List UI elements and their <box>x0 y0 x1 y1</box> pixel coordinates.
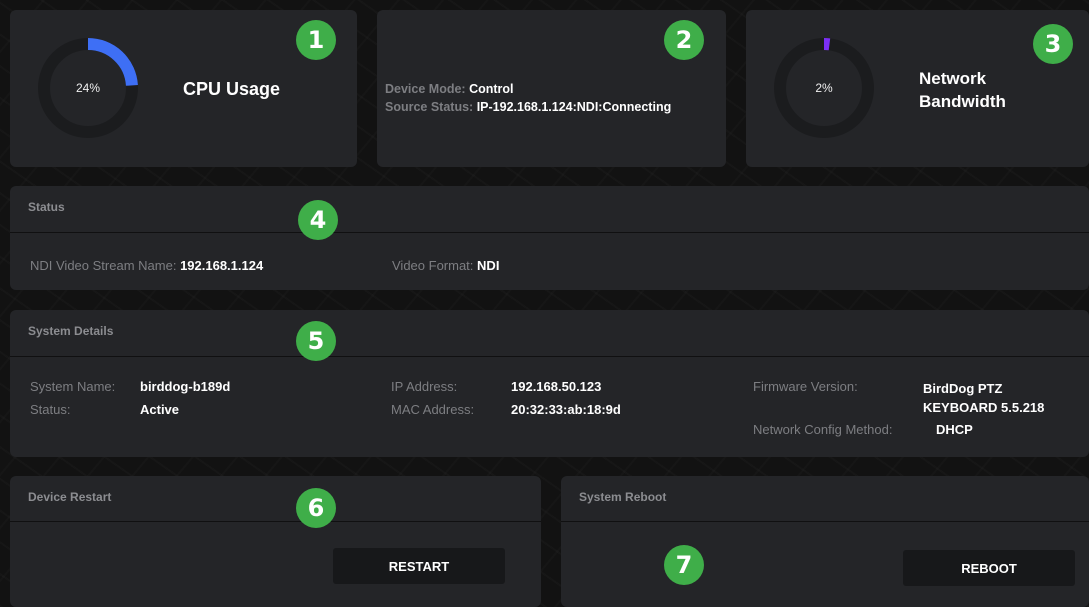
mac-address-label: MAC Address: <box>391 402 475 417</box>
status-divider <box>10 232 1089 233</box>
mac-address-value: 20:32:33:ab:18:9d <box>511 402 621 417</box>
network-config-label: Network Config Method: <box>753 422 893 437</box>
system-details-panel: System Details System Name: birddog-b189… <box>10 310 1089 457</box>
cpu-usage-value: 24% <box>75 81 101 95</box>
system-reboot-panel: System Reboot REBOOT <box>561 476 1089 607</box>
system-reboot-divider <box>561 521 1089 522</box>
device-restart-panel: Device Restart RESTART <box>10 476 541 607</box>
source-status-label: Source Status: <box>385 100 474 114</box>
system-name-label: System Name: <box>30 379 116 394</box>
ndi-stream-row: NDI Video Stream Name: 192.168.1.124 <box>30 258 263 273</box>
device-mode-label: Device Mode: <box>385 82 466 96</box>
source-status-value: IP-192.168.1.124:NDI:Connecting <box>476 100 672 114</box>
reboot-button[interactable]: REBOOT <box>903 550 1075 586</box>
ip-address-label: IP Address: <box>391 379 458 394</box>
system-status-label: Status: <box>30 402 71 417</box>
restart-button[interactable]: RESTART <box>333 548 505 584</box>
callout-badge-5: 5 <box>296 321 336 361</box>
system-details-title: System Details <box>28 324 114 338</box>
ip-address-value: 192.168.50.123 <box>511 379 602 394</box>
system-details-divider <box>10 356 1089 357</box>
callout-badge-3: 3 <box>1033 24 1073 64</box>
network-config-value: DHCP <box>936 422 973 437</box>
video-format-value: NDI <box>477 258 500 273</box>
system-name-value: birddog-b189d <box>140 379 231 394</box>
device-restart-title: Device Restart <box>28 490 112 504</box>
system-status-value: Active <box>140 402 180 417</box>
firmware-version-line2: KEYBOARD 5.5.218 <box>923 400 1045 415</box>
firmware-version-value: BirdDog PTZ KEYBOARD 5.5.218 <box>923 379 1044 417</box>
status-panel: Status NDI Video Stream Name: 192.168.1.… <box>10 186 1089 290</box>
cpu-usage-label: CPU Usage <box>183 79 281 99</box>
firmware-version-line1: BirdDog PTZ <box>923 381 1003 396</box>
callout-badge-1: 1 <box>296 20 336 60</box>
cpu-usage-gauge: 24% <box>36 36 140 140</box>
device-restart-divider <box>10 521 541 522</box>
video-format-row: Video Format: NDI <box>392 258 499 273</box>
device-mode-row: Device Mode: Control <box>385 82 514 96</box>
callout-badge-4: 4 <box>298 200 338 240</box>
firmware-version-label: Firmware Version: <box>753 379 858 394</box>
callout-badge-6: 6 <box>296 488 336 528</box>
network-label-line1: Network <box>919 69 987 88</box>
network-bandwidth-gauge: 2% <box>772 36 876 140</box>
callout-badge-2: 2 <box>664 20 704 60</box>
ndi-stream-label: NDI Video Stream Name: <box>30 258 177 273</box>
device-mode-value: Control <box>469 82 514 96</box>
network-label-line2: Bandwidth <box>919 92 1006 111</box>
source-status-row: Source Status: IP-192.168.1.124:NDI:Conn… <box>385 100 671 114</box>
network-bandwidth-value: 2% <box>815 81 833 95</box>
status-title: Status <box>28 200 65 214</box>
system-reboot-title: System Reboot <box>579 490 667 504</box>
network-bandwidth-label: Network Bandwidth <box>919 67 1006 113</box>
callout-badge-7: 7 <box>664 545 704 585</box>
ndi-stream-value: 192.168.1.124 <box>180 258 264 273</box>
video-format-label: Video Format: <box>392 258 474 273</box>
